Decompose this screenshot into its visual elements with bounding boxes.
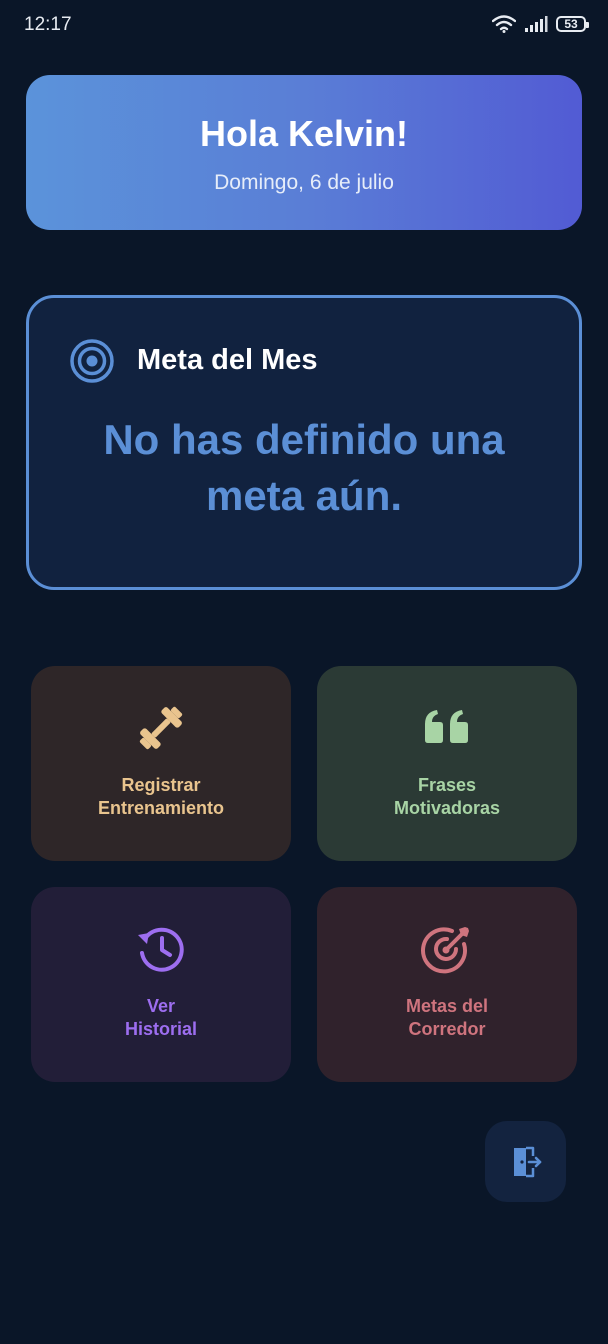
tile-label-line2: Corredor — [408, 1019, 486, 1039]
battery-level: 53 — [564, 17, 578, 31]
runner-goals-label: Metas del Corredor — [317, 995, 577, 1041]
status-bar: 12:17 53 — [0, 0, 608, 52]
target-icon — [70, 339, 114, 383]
tile-label-line1: Ver — [146, 996, 176, 1016]
goal-empty-message: No has definido una meta aún. — [103, 416, 505, 519]
quote-icon — [425, 710, 468, 743]
tile-label-line2: Entrenamiento — [97, 798, 225, 818]
goal-title: Meta del Mes — [137, 344, 318, 376]
greeting-date: Domingo, 6 de julio — [214, 171, 394, 194]
dumbbell-icon — [139, 706, 183, 750]
tile-label-line2: Historial — [124, 1019, 198, 1039]
wifi-icon — [492, 15, 516, 33]
greeting-title: Hola Kelvin! — [199, 113, 409, 154]
status-icons: 53 — [492, 15, 589, 33]
tile-label-line2: Motivadoras — [393, 798, 501, 818]
motivational-quotes-button[interactable]: Frases Motivadoras — [317, 666, 577, 861]
battery-icon: 53 — [556, 16, 589, 32]
tile-label-line1: Registrar — [121, 775, 201, 795]
logout-icon — [513, 1146, 541, 1177]
tile-label-line1: Frases — [417, 775, 477, 795]
signal-icon — [525, 16, 548, 32]
view-history-button[interactable]: Ver Historial — [31, 887, 291, 1082]
tile-label-line1: Metas del — [405, 996, 489, 1016]
view-history-label: Ver Historial — [31, 995, 291, 1041]
monthly-goal-card[interactable]: Meta del Mes No has definido una meta aú… — [26, 295, 582, 590]
status-time: 12:17 — [24, 14, 72, 35]
register-training-label: Registrar Entrenamiento — [31, 774, 291, 820]
target-arrow-icon — [421, 927, 469, 974]
motivational-quotes-label: Frases Motivadoras — [317, 774, 577, 820]
history-icon — [138, 927, 184, 972]
register-training-button[interactable]: Registrar Entrenamiento — [31, 666, 291, 861]
runner-goals-button[interactable]: Metas del Corredor — [317, 887, 577, 1082]
logout-button[interactable] — [485, 1121, 566, 1202]
greeting-card: Hola Kelvin! Domingo, 6 de julio — [26, 75, 582, 230]
